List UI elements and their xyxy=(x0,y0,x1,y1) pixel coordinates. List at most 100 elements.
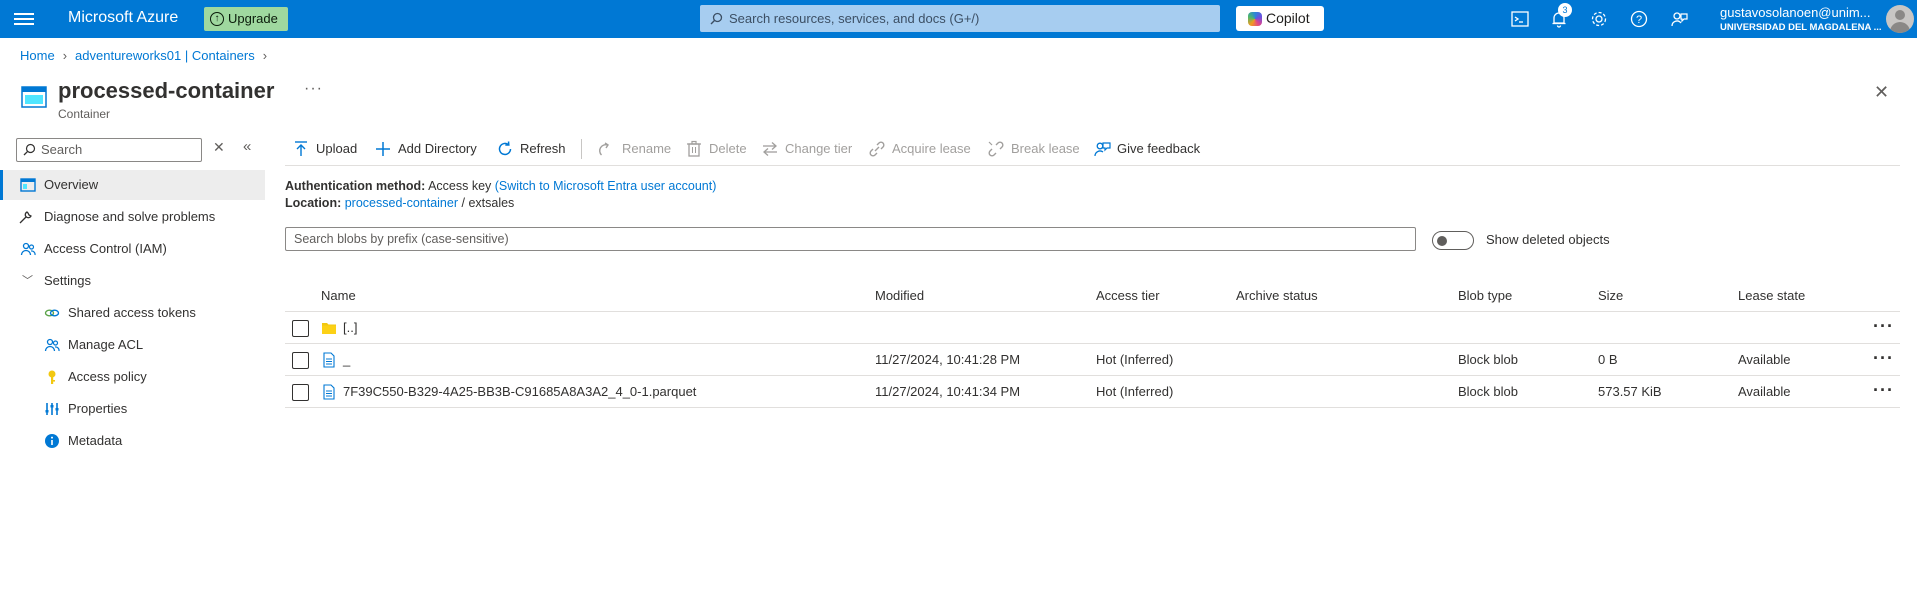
row-more-button[interactable]: ··· xyxy=(1873,380,1894,401)
delete-button[interactable]: Delete xyxy=(685,139,747,159)
table-row[interactable]: [..] ··· xyxy=(285,312,1900,344)
auth-method-value: Access key xyxy=(428,179,492,193)
column-header-lease-state[interactable]: Lease state xyxy=(1738,288,1805,303)
nav-item-label: Manage ACL xyxy=(68,337,144,352)
nav-item-metadata[interactable]: Metadata xyxy=(0,426,265,456)
row-checkbox[interactable] xyxy=(292,320,309,337)
nav-item-diagnose[interactable]: Diagnose and solve problems xyxy=(0,202,265,232)
nav-item-shared-access-tokens[interactable]: Shared access tokens xyxy=(0,298,265,328)
link-icon xyxy=(869,141,885,157)
breadcrumb-separator-icon: › xyxy=(262,48,268,63)
feedback-icon[interactable] xyxy=(1669,9,1689,29)
clear-search-icon[interactable]: ✕ xyxy=(213,139,225,156)
broken-link-icon xyxy=(988,141,1004,157)
nav-item-label: Diagnose and solve problems xyxy=(44,209,216,224)
brand-title[interactable]: Microsoft Azure xyxy=(68,9,178,27)
copilot-button[interactable]: Copilot xyxy=(1236,6,1324,31)
blob-search-input[interactable]: Search blobs by prefix (case-sensitive) xyxy=(285,227,1416,251)
user-name: gustavosolanoen@unim... xyxy=(1720,5,1871,20)
switch-auth-link[interactable]: (Switch to Microsoft Entra user account) xyxy=(495,179,717,193)
blob-size: 573.57 KiB xyxy=(1598,384,1662,399)
row-checkbox[interactable] xyxy=(292,352,309,369)
feedback-icon xyxy=(1094,142,1111,157)
nav-item-access-control[interactable]: Access Control (IAM) xyxy=(0,234,265,264)
blob-type: Block blob xyxy=(1458,384,1518,399)
file-icon xyxy=(323,352,335,368)
location-container-link[interactable]: processed-container xyxy=(345,196,458,210)
blob-name[interactable]: _ xyxy=(343,352,350,367)
plus-icon xyxy=(376,142,390,156)
table-row[interactable]: _ 11/27/2024, 10:41:28 PM Hot (Inferred)… xyxy=(285,344,1900,376)
search-icon xyxy=(23,143,36,156)
info-icon xyxy=(45,434,59,448)
svg-text:?: ? xyxy=(1636,14,1642,26)
more-options-button[interactable]: ··· xyxy=(304,80,323,98)
people-icon xyxy=(20,242,36,256)
user-organization: UNIVERSIDAD DEL MAGDALENA ... xyxy=(1720,22,1882,33)
blob-name[interactable]: [..] xyxy=(343,320,357,335)
blob-name[interactable]: 7F39C550-B329-4A25-BB3B-C91685A8A3A2_4_0… xyxy=(343,384,696,399)
table-row[interactable]: 7F39C550-B329-4A25-BB3B-C91685A8A3A2_4_0… xyxy=(285,376,1900,408)
overview-icon xyxy=(20,178,36,192)
add-directory-button[interactable]: Add Directory xyxy=(374,139,477,159)
column-header-name[interactable]: Name xyxy=(321,288,356,303)
top-bar: Microsoft Azure ↑ Upgrade Search resourc… xyxy=(0,0,1917,38)
help-icon[interactable]: ? xyxy=(1629,9,1649,29)
nav-item-label: Properties xyxy=(68,401,128,416)
gear-icon[interactable] xyxy=(1589,9,1609,29)
global-search-placeholder: Search resources, services, and docs (G+… xyxy=(729,11,980,26)
nav-item-overview[interactable]: Overview xyxy=(0,170,265,200)
nav-item-label: Metadata xyxy=(68,433,123,448)
key-icon xyxy=(48,370,56,384)
rename-icon xyxy=(599,142,609,156)
upgrade-label: Upgrade xyxy=(228,11,278,26)
blob-access-tier: Hot (Inferred) xyxy=(1096,352,1174,367)
nav-item-label: Access policy xyxy=(68,369,147,384)
row-checkbox[interactable] xyxy=(292,384,309,401)
nav-item-access-policy[interactable]: Access policy xyxy=(0,362,265,392)
blob-size: 0 B xyxy=(1598,352,1618,367)
upgrade-button[interactable]: ↑ Upgrade xyxy=(204,7,288,31)
column-header-access-tier[interactable]: Access tier xyxy=(1096,288,1160,303)
user-account[interactable]: gustavosolanoen@unim... UNIVERSIDAD DEL … xyxy=(1720,5,1890,33)
notification-count-badge: 3 xyxy=(1558,3,1572,17)
nav-item-manage-acl[interactable]: Manage ACL xyxy=(0,330,265,360)
nav-search-placeholder: Search xyxy=(41,142,83,157)
breadcrumb: Home › adventureworks01 | Containers › xyxy=(20,48,275,63)
nav-search-input[interactable]: Search xyxy=(16,138,202,162)
acquire-lease-button[interactable]: Acquire lease xyxy=(868,139,971,159)
page-title: processed-container xyxy=(58,78,275,103)
upload-button[interactable]: Upload xyxy=(292,139,357,159)
avatar[interactable] xyxy=(1886,5,1914,33)
breadcrumb-containers[interactable]: adventureworks01 | Containers xyxy=(75,48,255,63)
upload-icon xyxy=(295,141,307,156)
nav-item-settings[interactable]: ﹀ Settings xyxy=(0,266,265,296)
nav-item-properties[interactable]: Properties xyxy=(0,394,265,424)
nav-item-label: Overview xyxy=(44,177,99,192)
row-more-button[interactable]: ··· xyxy=(1873,348,1894,369)
close-button[interactable]: ✕ xyxy=(1874,82,1889,103)
show-deleted-toggle[interactable] xyxy=(1432,231,1474,250)
hamburger-menu-icon[interactable] xyxy=(14,10,34,28)
give-feedback-button[interactable]: Give feedback xyxy=(1093,139,1200,159)
column-header-blob-type[interactable]: Blob type xyxy=(1458,288,1512,303)
blob-lease-state: Available xyxy=(1738,384,1791,399)
link-icon xyxy=(44,309,60,317)
column-header-size[interactable]: Size xyxy=(1598,288,1623,303)
refresh-button[interactable]: Refresh xyxy=(496,139,566,159)
cloud-shell-icon[interactable] xyxy=(1510,9,1530,29)
container-icon xyxy=(21,86,47,108)
column-header-modified[interactable]: Modified xyxy=(875,288,924,303)
blob-modified: 11/27/2024, 10:41:28 PM xyxy=(875,352,1021,367)
location-row: Location: processed-container / extsales xyxy=(285,196,514,210)
break-lease-button[interactable]: Break lease xyxy=(987,139,1080,159)
breadcrumb-home[interactable]: Home xyxy=(20,48,55,63)
blob-modified: 11/27/2024, 10:41:34 PM xyxy=(875,384,1021,399)
change-tier-button[interactable]: Change tier xyxy=(761,139,852,159)
collapse-nav-icon[interactable]: « xyxy=(243,138,251,155)
row-more-button[interactable]: ··· xyxy=(1873,316,1894,337)
blob-access-tier: Hot (Inferred) xyxy=(1096,384,1174,399)
column-header-archive-status[interactable]: Archive status xyxy=(1236,288,1318,303)
rename-button[interactable]: Rename xyxy=(598,139,671,159)
global-search-input[interactable]: Search resources, services, and docs (G+… xyxy=(700,5,1220,32)
